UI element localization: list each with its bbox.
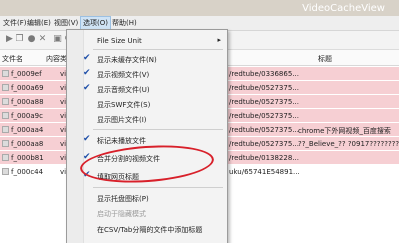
- menu-separator: [93, 187, 223, 188]
- file-icon: [2, 84, 9, 91]
- menu-item-show-video[interactable]: ✔ 显示视频文件(V): [67, 67, 227, 80]
- menu-item-label: 显示SWF文件(S): [97, 101, 151, 109]
- check-icon: ✔: [83, 83, 91, 93]
- row-url: /redtube/0138228...: [229, 154, 299, 162]
- menu-view[interactable]: 视图(V): [54, 18, 78, 28]
- row-filename: f_0009ef: [11, 70, 42, 78]
- check-icon: ✔: [83, 68, 91, 78]
- col-content-type[interactable]: 内容类: [46, 54, 67, 64]
- menu-item-start-hidden[interactable]: 启动于隐藏模式: [67, 206, 227, 219]
- row-filename: f_000aa4: [11, 126, 44, 134]
- row-filename: f_000c44: [11, 168, 44, 176]
- menu-item-label: 启动于隐藏模式: [97, 210, 146, 218]
- menu-item-show-images[interactable]: 显示图片文件(I): [67, 112, 227, 125]
- window-title: VideoCacheView: [302, 3, 385, 14]
- menu-item-label: 显示未缓存文件(N): [97, 56, 157, 64]
- row-url: /redtube/0527375...: [229, 84, 299, 92]
- row-title: chrome下外网视频_百度搜索: [298, 127, 391, 135]
- menu-item-show-audio[interactable]: ✔ 显示音频文件(U): [67, 82, 227, 95]
- col-title[interactable]: 标题: [318, 54, 332, 64]
- menu-item-label: 在CSV/Tab分隔的文件中添加标题: [97, 226, 203, 234]
- file-icon: [2, 98, 9, 105]
- row-filename: f_000b81: [11, 154, 44, 162]
- row-url: uku/65741E54891...: [229, 168, 300, 176]
- submenu-arrow-icon: ▸: [217, 36, 221, 44]
- menu-item-csv-add-header[interactable]: 在CSV/Tab分隔的文件中添加标题: [67, 222, 227, 235]
- menu-item-show-swf[interactable]: 显示SWF文件(S): [67, 97, 227, 110]
- col-filename[interactable]: 文件名: [2, 54, 23, 64]
- title-bar: VideoCacheView: [0, 0, 399, 16]
- menu-item-label: 显示视频文件(V): [97, 71, 150, 79]
- menu-item-label: 显示托盘图标(P): [97, 195, 149, 203]
- menu-options[interactable]: 选项(O): [80, 16, 111, 30]
- row-url: /redtube/0527375...: [229, 98, 299, 106]
- check-icon: ✔: [83, 134, 91, 144]
- file-icon: [2, 126, 9, 133]
- menu-item-file-size-unit[interactable]: File Size Unit ▸: [67, 34, 227, 47]
- row-filename: f_000aa8: [11, 140, 44, 148]
- menu-separator: [93, 49, 223, 50]
- delete-icon[interactable]: ✕: [37, 34, 48, 45]
- row-url: /redtube/0527375...: [229, 126, 299, 134]
- file-icon: [2, 112, 9, 119]
- menu-help[interactable]: 帮助(H): [112, 18, 137, 28]
- menu-item-mark-unplayed[interactable]: ✔ 标记未播放文件: [67, 133, 227, 146]
- menu-file[interactable]: 文件(F): [3, 18, 27, 28]
- stop-icon[interactable]: ●: [26, 34, 37, 45]
- row-filename: f_000a69: [11, 84, 44, 92]
- file-icon: [2, 70, 9, 77]
- file-icon: [2, 140, 9, 147]
- row-url: /redtube/0336865...: [229, 70, 299, 78]
- menu-item-tray-icon[interactable]: 显示托盘图标(P): [67, 191, 227, 204]
- row-url: /redtube/0527375...: [229, 112, 299, 120]
- check-icon: ✔: [83, 53, 91, 63]
- save-icon[interactable]: ▣: [52, 34, 63, 45]
- options-dropdown-menu: File Size Unit ▸ ✔ 显示未缓存文件(N) ✔ 显示视频文件(V…: [66, 29, 228, 243]
- row-title: ??_Believe_?? ?0917??????????: [298, 140, 399, 148]
- row-filename: f_000a88: [11, 98, 44, 106]
- menu-item-show-uncached[interactable]: ✔ 显示未缓存文件(N): [67, 52, 227, 65]
- menu-edit[interactable]: 编辑(E): [27, 18, 51, 28]
- row-url: /redtube/0527375...: [229, 140, 299, 148]
- file-icon: [2, 168, 9, 175]
- row-filename: f_000a9c: [11, 112, 43, 120]
- menu-separator: [93, 129, 223, 130]
- menu-item-label: 显示音频文件(U): [97, 86, 150, 94]
- copy-icon[interactable]: ❐: [14, 34, 25, 45]
- file-icon: [2, 154, 9, 161]
- menu-item-label: 显示图片文件(I): [97, 116, 147, 124]
- menu-item-label: File Size Unit: [97, 37, 142, 45]
- menu-item-label: 标记未播放文件: [97, 137, 146, 145]
- app-window: VideoCacheView 文件(F) 编辑(E) 视图(V) 选项(O) 帮…: [0, 0, 399, 243]
